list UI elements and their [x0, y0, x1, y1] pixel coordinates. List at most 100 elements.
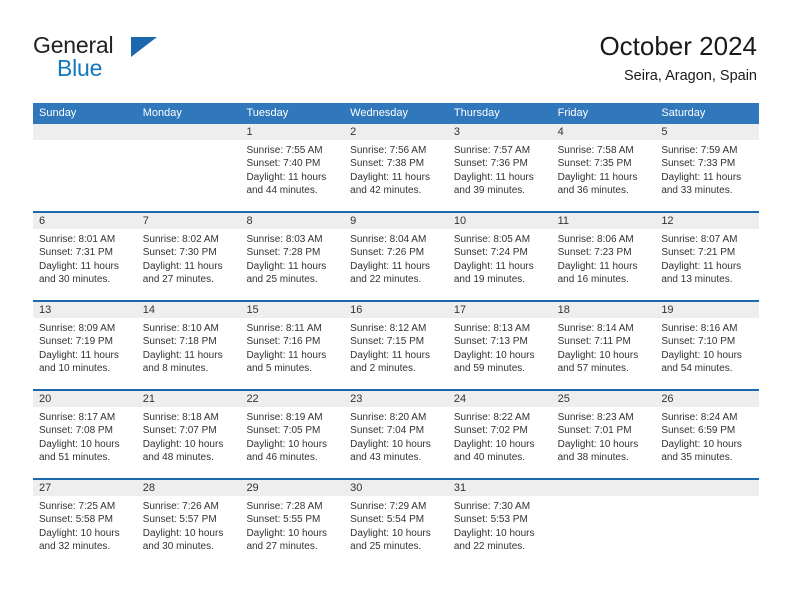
sunset-text: Sunset: 7:26 PM [350, 247, 425, 259]
sunrise-text: Sunrise: 8:24 AM [661, 412, 738, 423]
sunrise-text: Sunrise: 8:20 AM [350, 412, 427, 423]
sunset-text: Sunset: 5:53 PM [453, 514, 528, 526]
daylight-text-line2: and 59 minutes. [453, 363, 526, 375]
sunrise-text: Sunrise: 8:11 AM [246, 323, 322, 334]
day-cell[interactable]: 27 Sunrise: 7:25 AM Sunset: 5:58 PM Dayligh… [33, 480, 137, 567]
sunrise-text: Sunrise: 7:30 AM [453, 501, 531, 512]
day-cell[interactable]: 29 Sunrise: 7:28 AM Sunset: 5:55 PM Dayligh… [240, 480, 345, 567]
day-cell[interactable]: 7 Sunrise: 8:02 AM Sunset: 7:30 PM Daylight… [136, 213, 241, 300]
day-cell[interactable]: 30 Sunrise: 7:29 AM Sunset: 5:54 PM Dayligh… [344, 480, 448, 567]
calendar-week-cells: 27 Sunrise: 7:25 AM Sunset: 5:58 PM Dayligh… [33, 480, 760, 567]
day-number: 3 [447, 124, 552, 140]
day-details: Sunrise: 8:23 AM Sunset: 7:01 PM Daylight:… [552, 407, 656, 465]
day-number: 25 [551, 391, 656, 407]
day-details: Sunrise: 7:55 AM Sunset: 7:40 PM Daylight:… [240, 140, 344, 198]
day-cell[interactable]: 26 Sunrise: 8:24 AM Sunset: 6:59 PM Dayligh… [655, 391, 760, 478]
sunrise-text: Sunrise: 8:13 AM [453, 323, 531, 334]
brand-logo[interactable]: General Blue [33, 32, 213, 82]
day-cell[interactable]: 5 Sunrise: 7:59 AM Sunset: 7:33 PM Daylight… [655, 124, 760, 211]
sunset-text: Sunset: 7:23 PM [557, 247, 632, 259]
calendar-week-cells: 20 Sunrise: 8:17 AM Sunset: 7:08 PM Dayligh… [33, 391, 760, 478]
daylight-text-line2: and 25 minutes. [246, 274, 318, 286]
day-cell[interactable]: 3 Sunrise: 7:57 AM Sunset: 7:36 PM Daylight… [447, 124, 552, 211]
day-cell[interactable]: 21 Sunrise: 8:18 AM Sunset: 7:07 PM Dayligh… [136, 391, 241, 478]
day-number: 11 [551, 213, 656, 229]
sunrise-text: Sunrise: 8:17 AM [39, 412, 116, 423]
day-cell[interactable]: 15 Sunrise: 8:11 AM Sunset: 7:16 PM Dayligh… [240, 302, 345, 389]
day-number: 6 [33, 213, 137, 229]
day-cell[interactable]: 9 Sunrise: 8:04 AM Sunset: 7:26 PM Daylight… [344, 213, 448, 300]
weekday-header-sunday: Sunday [39, 107, 77, 119]
day-cell[interactable]: 20 Sunrise: 8:17 AM Sunset: 7:08 PM Dayligh… [33, 391, 137, 478]
day-cell[interactable]: 4 Sunrise: 7:58 AM Sunset: 7:35 PM Daylight… [551, 124, 656, 211]
day-details: Sunrise: 8:20 AM Sunset: 7:04 PM Daylight:… [344, 407, 448, 465]
day-cell-empty [655, 480, 760, 567]
day-number: 5 [655, 124, 760, 140]
sunrise-text: Sunrise: 8:03 AM [246, 234, 323, 245]
day-number [33, 124, 137, 140]
day-cell[interactable]: 17 Sunrise: 8:13 AM Sunset: 7:13 PM Dayligh… [447, 302, 552, 389]
sunrise-text: Sunrise: 8:04 AM [350, 234, 427, 245]
page-title: October 2024 [599, 31, 757, 61]
day-cell[interactable]: 19 Sunrise: 8:16 AM Sunset: 7:10 PM Dayligh… [655, 302, 760, 389]
day-cell[interactable]: 1 Sunrise: 7:55 AM Sunset: 7:40 PM Daylight… [240, 124, 345, 211]
day-cell[interactable]: 28 Sunrise: 7:26 AM Sunset: 5:57 PM Dayligh… [136, 480, 241, 567]
day-cell[interactable]: 12 Sunrise: 8:07 AM Sunset: 7:21 PM Dayligh… [655, 213, 760, 300]
day-details: Sunrise: 7:58 AM Sunset: 7:35 PM Daylight:… [552, 140, 656, 198]
day-cell[interactable]: 23 Sunrise: 8:20 AM Sunset: 7:04 PM Dayligh… [344, 391, 448, 478]
day-number: 16 [344, 302, 448, 318]
day-cell[interactable]: 16 Sunrise: 8:12 AM Sunset: 7:15 PM Dayligh… [344, 302, 448, 389]
sunset-text: Sunset: 7:30 PM [142, 247, 217, 259]
day-details: Sunrise: 8:17 AM Sunset: 7:08 PM Daylight:… [33, 407, 137, 465]
day-number: 30 [344, 480, 448, 496]
day-cell[interactable]: 18 Sunrise: 8:14 AM Sunset: 7:11 PM Dayligh… [551, 302, 656, 389]
day-cell[interactable]: 8 Sunrise: 8:03 AM Sunset: 7:28 PM Daylight… [240, 213, 345, 300]
day-cell[interactable]: 2 Sunrise: 7:56 AM Sunset: 7:38 PM Daylight… [344, 124, 448, 211]
title-block: October 2024 Seira, Aragon, Spain [599, 29, 757, 87]
daylight-text-line2: and 48 minutes. [142, 452, 214, 464]
day-details: Sunrise: 8:13 AM Sunset: 7:13 PM Daylight:… [448, 318, 552, 376]
day-number: 9 [344, 213, 448, 229]
sunrise-text: Sunrise: 8:07 AM [661, 234, 738, 245]
daylight-text-line1: Daylight: 11 hours [246, 171, 327, 183]
sunset-text: Sunset: 7:31 PM [39, 247, 113, 259]
day-cell[interactable]: 13 Sunrise: 8:09 AM Sunset: 7:19 PM Dayligh… [33, 302, 137, 389]
day-details: Sunrise: 8:06 AM Sunset: 7:23 PM Daylight:… [552, 229, 656, 287]
calendar-grid: Sunday Monday Tuesday Wednesday Thursday… [33, 103, 760, 567]
day-cell-empty [33, 124, 137, 211]
daylight-text-line2: and 35 minutes. [661, 452, 733, 464]
daylight-text-line1: Daylight: 10 hours [453, 349, 535, 361]
day-cell[interactable]: 24 Sunrise: 8:22 AM Sunset: 7:02 PM Dayligh… [447, 391, 552, 478]
daylight-text-line2: and 36 minutes. [557, 185, 629, 197]
day-cell[interactable]: 25 Sunrise: 8:23 AM Sunset: 7:01 PM Dayligh… [551, 391, 656, 478]
day-details: Sunrise: 8:18 AM Sunset: 7:07 PM Daylight:… [137, 407, 241, 465]
calendar-week-row: 6 Sunrise: 8:01 AM Sunset: 7:31 PM Daylight… [33, 211, 760, 300]
day-cell[interactable]: 14 Sunrise: 8:10 AM Sunset: 7:18 PM Dayligh… [136, 302, 241, 389]
day-cell[interactable]: 11 Sunrise: 8:06 AM Sunset: 7:23 PM Dayligh… [551, 213, 656, 300]
page-subtitle: Seira, Aragon, Spain [623, 68, 757, 84]
sunrise-text: Sunrise: 8:22 AM [453, 412, 531, 423]
day-details: Sunrise: 7:57 AM Sunset: 7:36 PM Daylight:… [448, 140, 552, 198]
day-cell[interactable]: 10 Sunrise: 8:05 AM Sunset: 7:24 PM Dayligh… [447, 213, 552, 300]
day-number: 8 [240, 213, 345, 229]
day-number: 27 [33, 480, 137, 496]
day-number: 1 [240, 124, 345, 140]
day-cell[interactable]: 31 Sunrise: 7:30 AM Sunset: 5:53 PM Dayligh… [447, 480, 552, 567]
calendar-week-cells: 13 Sunrise: 8:09 AM Sunset: 7:19 PM Dayligh… [33, 302, 760, 389]
weekday-header-friday: Friday [557, 107, 589, 119]
day-cell[interactable]: 22 Sunrise: 8:19 AM Sunset: 7:05 PM Dayligh… [240, 391, 345, 478]
day-number: 22 [240, 391, 345, 407]
daylight-text-line2: and 10 minutes. [39, 363, 111, 375]
day-details: Sunrise: 8:14 AM Sunset: 7:11 PM Daylight:… [552, 318, 656, 376]
sunrise-text: Sunrise: 7:56 AM [350, 145, 427, 156]
sunrise-text: Sunrise: 7:55 AM [246, 145, 323, 156]
day-number: 18 [551, 302, 656, 318]
daylight-text-line1: Daylight: 11 hours [142, 260, 223, 272]
calendar-week-row: 13 Sunrise: 8:09 AM Sunset: 7:19 PM Dayligh… [33, 300, 760, 389]
sunset-text: Sunset: 7:18 PM [142, 336, 217, 348]
day-cell[interactable]: 6 Sunrise: 8:01 AM Sunset: 7:31 PM Daylight… [33, 213, 137, 300]
sunset-text: Sunset: 5:58 PM [39, 514, 113, 526]
daylight-text-line2: and 30 minutes. [142, 541, 214, 553]
day-details: Sunrise: 8:19 AM Sunset: 7:05 PM Daylight:… [240, 407, 344, 465]
day-number: 19 [655, 302, 760, 318]
